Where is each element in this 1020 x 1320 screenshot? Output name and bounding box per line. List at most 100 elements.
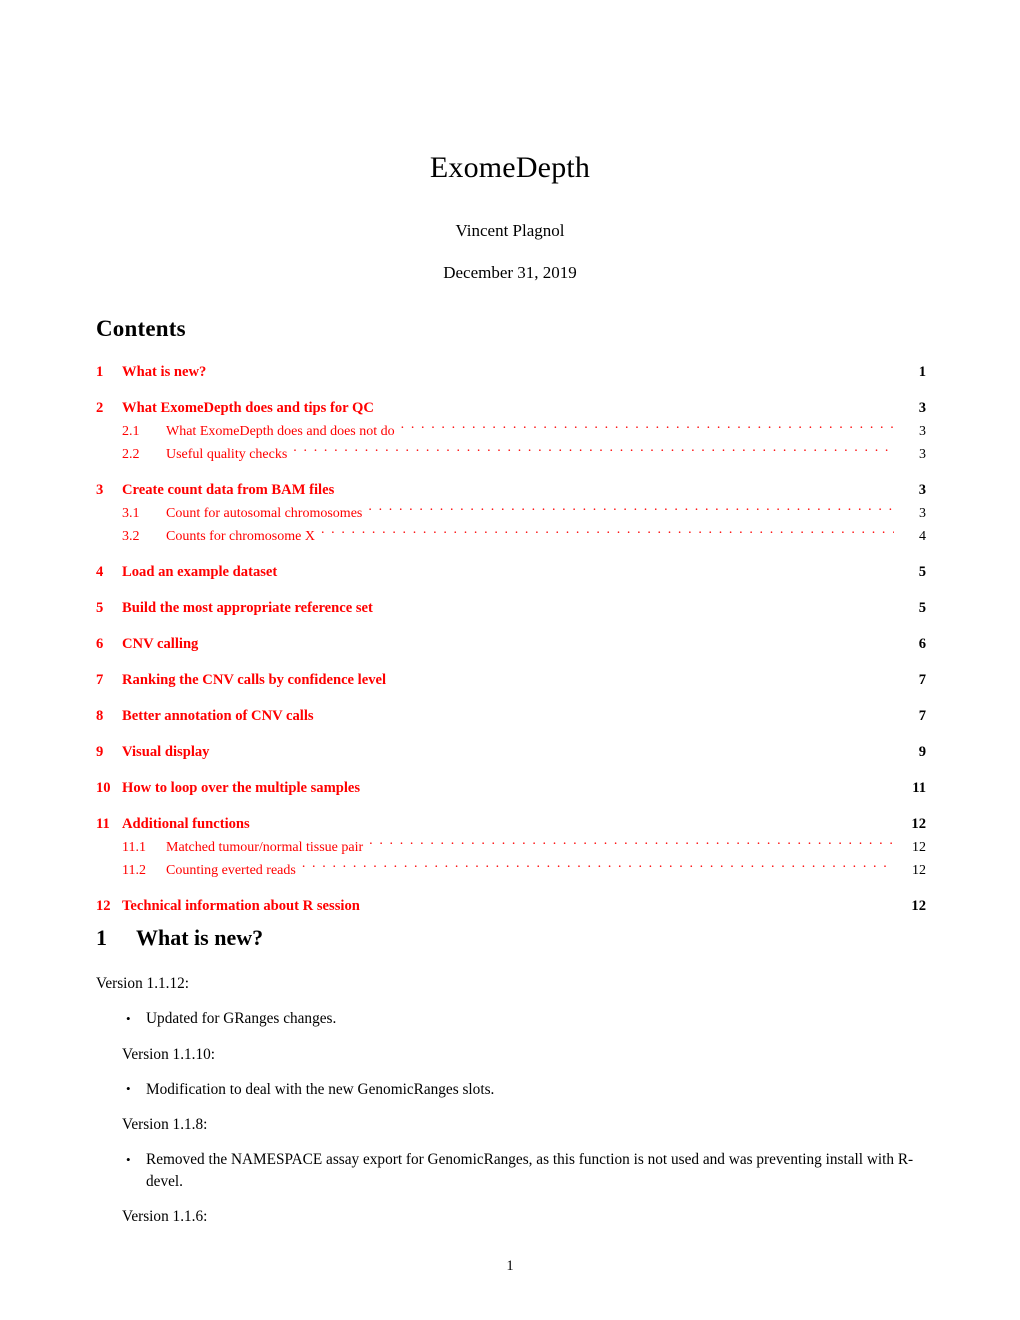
toc-entry-page: 3 xyxy=(918,482,926,498)
toc-entry-12[interactable]: 12 Technical information about R session 1… xyxy=(96,896,926,917)
toc-entry-label: Load an example dataset xyxy=(122,564,278,580)
toc-entry-label: Ranking the CNV calls by confidence leve… xyxy=(122,672,387,688)
toc-entry-number: 3 xyxy=(96,482,104,498)
page-title: ExomeDepth xyxy=(429,151,591,184)
toc-entry-number: 9 xyxy=(96,744,104,760)
toc-leader-dots xyxy=(302,860,894,874)
toc-entry-2-1[interactable]: 2.1 What ExomeDepth does and does not do 3 xyxy=(96,421,926,442)
toc-entry-9[interactable]: 9 Visual display 9 xyxy=(96,742,926,763)
toc-entry-number: 7 xyxy=(96,672,104,688)
toc-entry-label: Build the most appropriate reference set xyxy=(122,600,373,616)
toc-entry-number: 3.1 xyxy=(122,506,140,521)
toc-entry-page: 12 xyxy=(912,840,926,855)
section-what-is-new: 1 What is new? Version 1.1.12: Updated fo… xyxy=(96,925,926,1241)
toc-entry-page: 5 xyxy=(918,564,926,580)
toc-leader-dots xyxy=(321,526,894,540)
toc-entry-7[interactable]: 7 Ranking the CNV calls by confidence lev… xyxy=(96,670,926,691)
toc-entry-page: 12 xyxy=(912,863,926,878)
toc-entry-label: Counts for chromosome X xyxy=(166,529,315,544)
toc-entry-1[interactable]: 1 What is new? 1 xyxy=(96,362,926,383)
change-list: Removed the NAMESPACE assay export for G… xyxy=(96,1149,926,1192)
toc-entry-8[interactable]: 8 Better annotation of CNV calls 7 xyxy=(96,706,926,727)
toc-entry-4[interactable]: 4 Load an example dataset 5 xyxy=(96,562,926,583)
toc-entry-3-2[interactable]: 3.2 Counts for chromosome X 4 xyxy=(96,526,926,547)
toc-entry-number: 5 xyxy=(96,600,104,616)
toc-entry-page: 3 xyxy=(919,447,926,462)
toc-entry-page: 11 xyxy=(912,780,926,796)
toc-entry-number: 1 xyxy=(96,364,104,380)
version-label: Version 1.1.8: xyxy=(122,1116,208,1133)
toc-entry-number: 6 xyxy=(96,636,104,652)
toc-entry-label: Better annotation of CNV calls xyxy=(122,708,314,724)
toc-entry-page: 4 xyxy=(919,529,926,544)
toc-entry-label: Count for autosomal chromosomes xyxy=(166,506,363,521)
toc-entry-number: 2 xyxy=(96,400,104,416)
toc-entry-page: 12 xyxy=(911,816,926,832)
toc-entry-page: 3 xyxy=(919,506,926,521)
title-block: ExomeDepth Vincent Plagnol December 31, … xyxy=(96,150,924,284)
toc-entry-number: 2.2 xyxy=(122,447,140,462)
document-author: Vincent Plagnol xyxy=(455,221,565,240)
page-number-footer: 1 xyxy=(506,1258,514,1274)
toc-entry-page: 9 xyxy=(918,744,926,760)
toc-entry-label: Counting everted reads xyxy=(166,863,296,878)
toc-entry-label: How to loop over the multiple samples xyxy=(122,780,361,796)
table-of-contents: Contents 1 What is new? 1 2 What ExomeDepth … xyxy=(96,316,926,917)
toc-entry-11[interactable]: 11 Additional functions 12 xyxy=(96,814,926,835)
toc-list: 1 What is new? 1 2 What ExomeDepth does and … xyxy=(96,362,926,917)
toc-entry-page: 5 xyxy=(918,600,926,616)
document-date: December 31, 2019 xyxy=(443,263,577,282)
change-list: Updated for GRanges changes. xyxy=(96,1008,926,1030)
toc-entry-label: Visual display xyxy=(122,744,210,760)
toc-entry-label: What ExomeDepth does and does not do xyxy=(166,424,395,439)
toc-entry-label: What ExomeDepth does and tips for QC xyxy=(122,400,374,416)
list-item: Updated for GRanges changes. xyxy=(124,1008,926,1030)
toc-entry-page: 1 xyxy=(918,364,926,380)
toc-entry-page: 7 xyxy=(918,708,926,724)
list-item: Modification to deal with the new Genomi… xyxy=(124,1078,926,1101)
toc-leader-dots xyxy=(369,837,894,851)
toc-entry-label: What is new? xyxy=(122,364,207,380)
toc-entry-number: 3.2 xyxy=(122,529,140,544)
toc-entry-label: Matched tumour/normal tissue pair xyxy=(166,840,364,855)
toc-entry-number: 10 xyxy=(96,780,111,796)
toc-entry-page: 12 xyxy=(911,898,926,914)
toc-entry-10[interactable]: 10 How to loop over the multiple samples 1… xyxy=(96,778,926,799)
toc-entry-number: 2.1 xyxy=(122,424,140,439)
toc-entry-page: 3 xyxy=(919,424,926,439)
toc-entry-number: 8 xyxy=(96,708,104,724)
toc-entry-5[interactable]: 5 Build the most appropriate reference se… xyxy=(96,598,926,619)
section-heading: 1 What is new? xyxy=(96,925,926,951)
toc-leader-dots xyxy=(293,444,894,458)
toc-entry-label: Useful quality checks xyxy=(166,447,288,462)
toc-entry-3-1[interactable]: 3.1 Count for autosomal chromosomes 3 xyxy=(96,503,926,524)
toc-entry-label: Create count data from BAM files xyxy=(122,482,335,498)
toc-entry-11-2[interactable]: 11.2 Counting everted reads 12 xyxy=(96,860,926,881)
toc-entry-page: 6 xyxy=(918,636,926,652)
toc-leader-dots xyxy=(368,503,894,517)
version-label: Version 1.1.12: xyxy=(96,975,190,992)
toc-entry-number: 12 xyxy=(96,898,111,914)
list-item: Removed the NAMESPACE assay export for G… xyxy=(124,1149,926,1192)
toc-leader-dots xyxy=(401,421,894,435)
toc-entry-number: 11.2 xyxy=(122,863,146,878)
toc-entry-label: CNV calling xyxy=(122,636,199,652)
contents-heading: Contents xyxy=(96,316,186,341)
toc-entry-page: 7 xyxy=(918,672,926,688)
section-body: Version 1.1.12: Updated for GRanges chang… xyxy=(96,973,926,1227)
version-label: Version 1.1.10: xyxy=(122,1045,216,1063)
toc-entry-6[interactable]: 6 CNV calling 6 xyxy=(96,634,926,655)
document-page: ExomeDepth Vincent Plagnol December 31, … xyxy=(0,0,1020,1320)
toc-entry-number: 11 xyxy=(96,816,110,832)
toc-entry-2-2[interactable]: 2.2 Useful quality checks 3 xyxy=(96,444,926,465)
toc-entry-label: Additional functions xyxy=(122,816,250,832)
toc-entry-2[interactable]: 2 What ExomeDepth does and tips for QC 3 xyxy=(96,398,926,419)
toc-entry-11-1[interactable]: 11.1 Matched tumour/normal tissue pair 12 xyxy=(96,837,926,858)
toc-entry-3[interactable]: 3 Create count data from BAM files 3 xyxy=(96,480,926,501)
toc-entry-page: 3 xyxy=(918,400,926,416)
toc-entry-label: Technical information about R session xyxy=(122,898,360,914)
toc-entry-number: 4 xyxy=(96,564,104,580)
toc-entry-number: 11.1 xyxy=(122,840,146,855)
change-list: Modification to deal with the new Genomi… xyxy=(96,1078,926,1101)
section-number: 1 xyxy=(96,925,107,950)
